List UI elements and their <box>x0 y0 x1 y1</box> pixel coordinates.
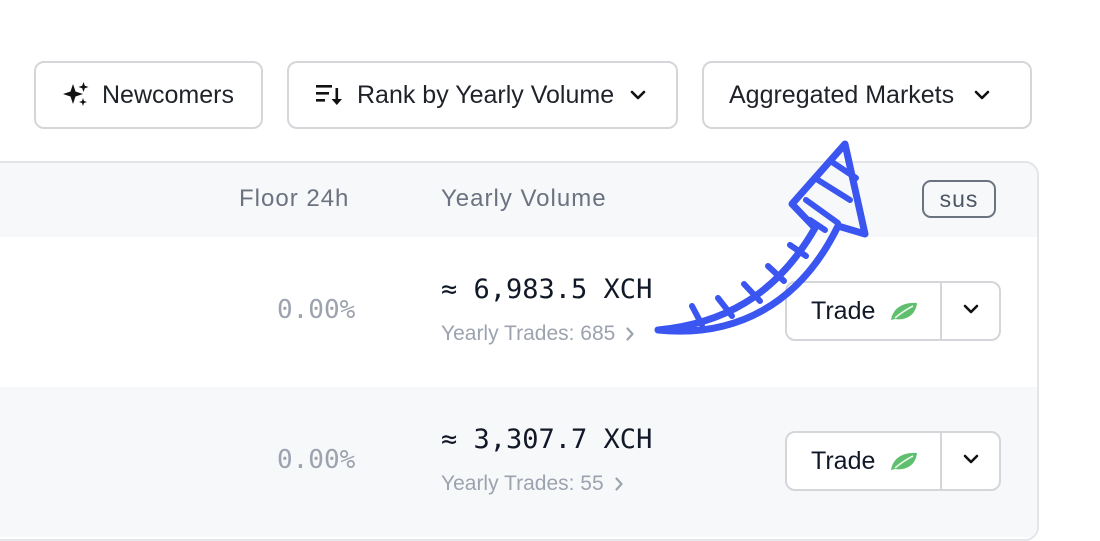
yearly-trades-label: Yearly Trades: 55 <box>441 472 604 495</box>
chevron-right-icon <box>614 476 624 492</box>
newcomers-button[interactable]: Newcomers <box>34 61 263 129</box>
yearly-trades-link[interactable]: Yearly Trades: 685 <box>441 322 635 346</box>
yearly-trades-label: Yearly Trades: 685 <box>441 322 616 345</box>
chevron-down-icon <box>963 302 979 320</box>
floor-value: 0.00% <box>277 445 356 475</box>
table-row: 0.00% ≈ 6,983.5 XCH Yearly Trades: 685 T… <box>0 237 1037 387</box>
rank-by-dropdown[interactable]: Rank by Yearly Volume <box>287 61 678 129</box>
trade-options-button[interactable] <box>942 283 999 339</box>
volume-value: ≈ 3,307.7 XCH <box>441 424 653 455</box>
trade-button[interactable]: Trade <box>787 433 942 489</box>
hand-drawn-arrow <box>654 140 869 335</box>
yearly-trades-link[interactable]: Yearly Trades: 55 <box>441 472 624 496</box>
trade-options-button[interactable] <box>942 433 999 489</box>
chevron-down-icon <box>630 89 646 101</box>
rank-by-label: Rank by Yearly Volume <box>357 80 615 109</box>
aggregated-markets-label: Aggregated Markets <box>729 80 955 109</box>
chevron-down-icon <box>963 452 979 470</box>
collections-table: Floor 24h Yearly Volume sus 0.00% ≈ 6,98… <box>0 161 1039 541</box>
trade-label: Trade <box>811 446 876 475</box>
sparkles-icon <box>62 81 90 109</box>
trade-button-group: Trade <box>785 431 1001 491</box>
chevron-down-icon <box>974 89 990 101</box>
chevron-right-icon <box>625 326 635 342</box>
sus-badge[interactable]: sus <box>922 180 996 218</box>
floor-value: 0.00% <box>277 295 356 325</box>
leaf-icon <box>889 300 919 322</box>
leaf-icon <box>889 450 919 472</box>
column-header-floor[interactable]: Floor 24h <box>239 185 349 213</box>
sort-icon <box>315 82 343 108</box>
newcomers-label: Newcomers <box>102 80 234 109</box>
table-header: Floor 24h Yearly Volume sus <box>0 163 1037 239</box>
column-header-volume[interactable]: Yearly Volume <box>441 185 607 213</box>
volume-value: ≈ 6,983.5 XCH <box>441 274 653 305</box>
table-row: 0.00% ≈ 3,307.7 XCH Yearly Trades: 55 Tr… <box>0 387 1037 537</box>
aggregated-markets-dropdown[interactable]: Aggregated Markets <box>702 61 1032 129</box>
